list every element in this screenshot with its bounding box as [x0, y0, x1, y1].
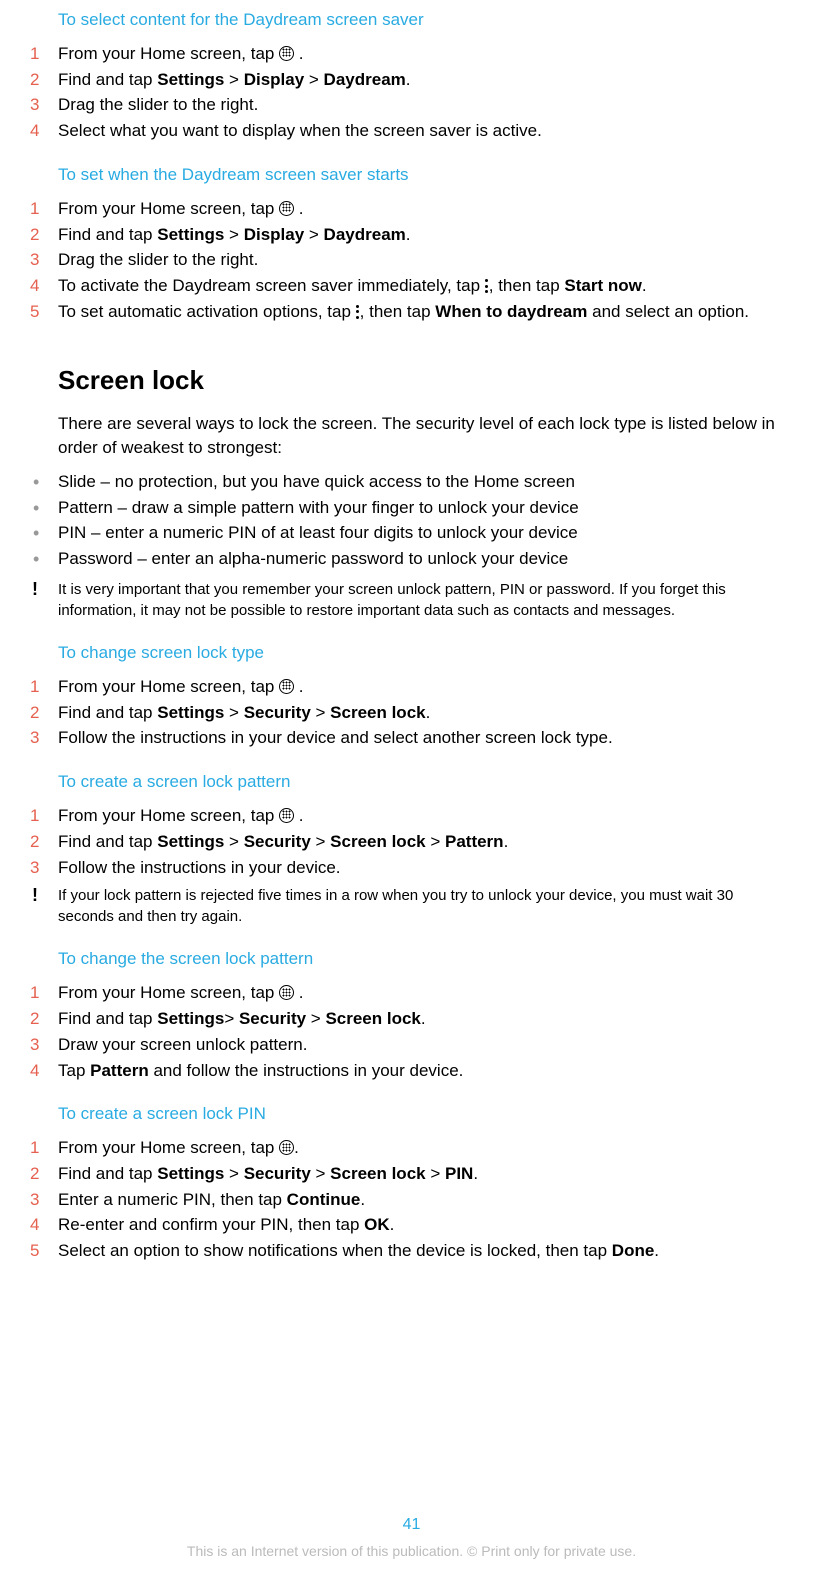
bold-text: Screen lock	[330, 703, 425, 722]
step-item: Tap Pattern and follow the instructions …	[30, 1059, 793, 1083]
bold-text: Pattern	[445, 832, 504, 851]
step-item: Find and tap Settings > Security > Scree…	[30, 830, 793, 854]
bold-text: Screen lock	[325, 1009, 420, 1028]
bullet-item: Pattern – draw a simple pattern with you…	[30, 496, 793, 520]
step-item: Find and tap Settings > Display > Daydre…	[30, 68, 793, 92]
apps-icon	[279, 201, 294, 216]
intro-screen-lock: There are several ways to lock the scree…	[58, 412, 793, 460]
bold-text: Security	[244, 703, 311, 722]
step-item: Draw your screen unlock pattern.	[30, 1033, 793, 1057]
apps-icon	[279, 808, 294, 823]
step-item: Select what you want to display when the…	[30, 119, 793, 143]
bold-text: PIN	[445, 1164, 473, 1183]
steps-daydream-starts: From your Home screen, tap .Find and tap…	[30, 197, 793, 324]
steps-change-pattern: From your Home screen, tap .Find and tap…	[30, 981, 793, 1082]
subheading-create-pin: To create a screen lock PIN	[58, 1102, 793, 1126]
bullets-screen-lock: Slide – no protection, but you have quic…	[30, 470, 793, 571]
steps-change-lock-type: From your Home screen, tap .Find and tap…	[30, 675, 793, 750]
bullet-item: Password – enter an alpha-numeric passwo…	[30, 547, 793, 571]
warning-icon: !	[32, 883, 38, 908]
step-item: To set automatic activation options, tap…	[30, 300, 793, 324]
bold-text: OK	[364, 1215, 390, 1234]
bold-text: Settings	[157, 703, 224, 722]
bold-text: Settings	[157, 1164, 224, 1183]
footer-text: This is an Internet version of this publ…	[0, 1542, 823, 1562]
step-item: To activate the Daydream screen saver im…	[30, 274, 793, 298]
warning-create-pattern: ! If your lock pattern is rejected five …	[30, 885, 793, 927]
apps-icon	[279, 985, 294, 1000]
step-item: Drag the slider to the right.	[30, 248, 793, 272]
step-item: From your Home screen, tap .	[30, 42, 793, 66]
bold-text: Display	[244, 70, 304, 89]
step-item: Re-enter and confirm your PIN, then tap …	[30, 1213, 793, 1237]
subheading-daydream-starts: To set when the Daydream screen saver st…	[58, 163, 793, 187]
bold-text: Security	[239, 1009, 306, 1028]
bold-text: Settings	[157, 1009, 224, 1028]
step-item: Select an option to show notifications w…	[30, 1239, 793, 1263]
bold-text: Continue	[287, 1190, 361, 1209]
step-item: From your Home screen, tap .	[30, 675, 793, 699]
bold-text: When to daydream	[435, 302, 587, 321]
bold-text: Settings	[157, 225, 224, 244]
apps-icon	[279, 46, 294, 61]
subheading-create-pattern: To create a screen lock pattern	[58, 770, 793, 794]
page-content: To select content for the Daydream scree…	[30, 0, 793, 1263]
bold-text: Screen lock	[330, 1164, 425, 1183]
page-number: 41	[0, 1514, 823, 1536]
subheading-change-lock-type: To change screen lock type	[58, 641, 793, 665]
subheading-change-pattern: To change the screen lock pattern	[58, 947, 793, 971]
bold-text: Settings	[157, 70, 224, 89]
steps-daydream-content: From your Home screen, tap .Find and tap…	[30, 42, 793, 143]
warning-text: It is very important that you remember y…	[58, 581, 726, 619]
bullet-item: Slide – no protection, but you have quic…	[30, 470, 793, 494]
warning-text: If your lock pattern is rejected five ti…	[58, 887, 733, 925]
bold-text: Done	[612, 1241, 655, 1260]
bold-text: Display	[244, 225, 304, 244]
step-item: Follow the instructions in your device a…	[30, 726, 793, 750]
bold-text: Settings	[157, 832, 224, 851]
section-title-screen-lock: Screen lock	[58, 362, 793, 398]
step-item: From your Home screen, tap .	[30, 197, 793, 221]
steps-create-pin: From your Home screen, tap .Find and tap…	[30, 1136, 793, 1263]
step-item: From your Home screen, tap .	[30, 804, 793, 828]
bullet-item: PIN – enter a numeric PIN of at least fo…	[30, 521, 793, 545]
step-item: From your Home screen, tap .	[30, 1136, 793, 1160]
step-item: Find and tap Settings> Security > Screen…	[30, 1007, 793, 1031]
bold-text: Daydream	[324, 225, 406, 244]
step-item: Follow the instructions in your device.	[30, 856, 793, 880]
more-icon	[485, 279, 489, 293]
step-item: Find and tap Settings > Display > Daydre…	[30, 223, 793, 247]
bold-text: Security	[244, 1164, 311, 1183]
apps-icon	[279, 1140, 294, 1155]
bold-text: Daydream	[324, 70, 406, 89]
step-item: From your Home screen, tap .	[30, 981, 793, 1005]
step-item: Enter a numeric PIN, then tap Continue.	[30, 1188, 793, 1212]
subheading-daydream-content: To select content for the Daydream scree…	[58, 8, 793, 32]
bold-text: Screen lock	[330, 832, 425, 851]
bold-text: Pattern	[90, 1061, 149, 1080]
bold-text: Start now	[564, 276, 641, 295]
more-icon	[356, 305, 360, 319]
warning-screen-lock: ! It is very important that you remember…	[30, 579, 793, 621]
warning-icon: !	[32, 577, 38, 602]
apps-icon	[279, 679, 294, 694]
bold-text: Security	[244, 832, 311, 851]
step-item: Drag the slider to the right.	[30, 93, 793, 117]
steps-create-pattern: From your Home screen, tap .Find and tap…	[30, 804, 793, 879]
step-item: Find and tap Settings > Security > Scree…	[30, 1162, 793, 1186]
step-item: Find and tap Settings > Security > Scree…	[30, 701, 793, 725]
